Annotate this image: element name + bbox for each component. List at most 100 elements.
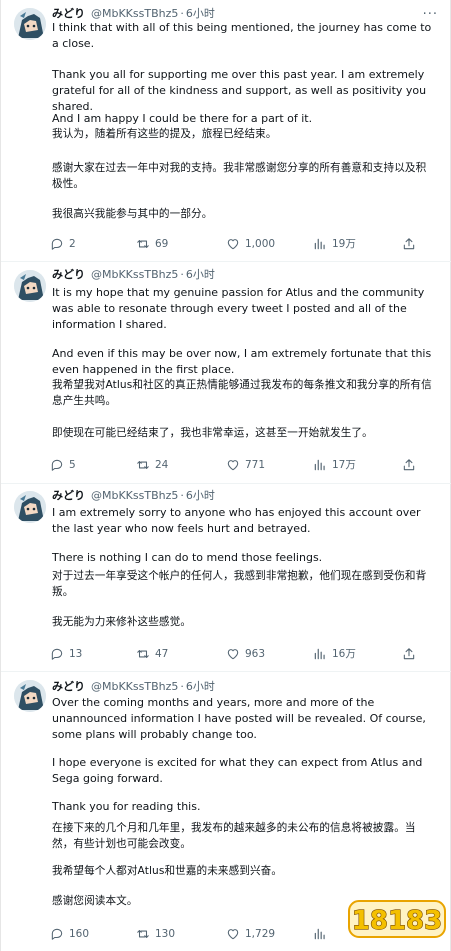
reply-icon [51, 648, 63, 660]
like-count: 963 [245, 648, 266, 660]
reply-count: 2 [69, 238, 76, 250]
avatar[interactable] [14, 270, 46, 302]
tweet-text: It is my hope that my genuine passion fo… [52, 286, 425, 331]
timestamp[interactable]: 6小时 [186, 488, 215, 504]
share-button[interactable] [402, 236, 416, 252]
views-button[interactable] [313, 926, 327, 942]
tweet-text: 我很高兴我能参与其中的一部分。 [52, 208, 213, 220]
tweet-text: And even if this may be over now, I am e… [52, 347, 432, 376]
separator-dot: · [180, 680, 184, 693]
views-count: 19万 [332, 238, 356, 250]
retweet-button[interactable]: 24 [136, 457, 168, 473]
tweet-text: 我无能为力来修补这些感觉。 [52, 616, 192, 628]
views-icon [314, 238, 325, 250]
retweet-count: 130 [155, 928, 176, 940]
heart-icon [227, 239, 239, 250]
like-button[interactable]: 1,000 [226, 236, 275, 252]
tweet-text: Thank you all for supporting me over thi… [52, 68, 427, 113]
views-count: 16万 [332, 648, 356, 660]
retweet-icon [137, 929, 149, 939]
tweet-2[interactable]: みどり @MbKKssTBhz5 · 6小时 It is my hope tha… [1, 262, 451, 484]
heart-icon [227, 460, 239, 471]
user-handle[interactable]: @MbKKssTBhz5 [91, 267, 178, 283]
tweet-text: I hope everyone is excited for what they… [52, 756, 423, 785]
share-icon [403, 238, 415, 250]
tweet-text: 对于过去一年享受这个帐户的任何人，我感到非常抱歉，他们现在感到受伤和背叛。 [52, 570, 427, 598]
tweet-header: みどり @MbKKssTBhz5 · 6小时 [52, 488, 215, 504]
separator-dot: · [180, 489, 184, 502]
views-button[interactable]: 19万 [313, 236, 356, 252]
timestamp[interactable]: 6小时 [186, 267, 215, 283]
reply-icon [51, 459, 63, 471]
reply-icon [51, 928, 63, 940]
views-icon [314, 648, 325, 660]
tweet-actions: 5 24 771 17万 [50, 457, 440, 473]
timestamp[interactable]: 6小时 [186, 679, 215, 695]
retweet-count: 47 [155, 648, 169, 660]
retweet-count: 69 [155, 238, 169, 250]
tweet-actions: 13 47 963 16万 [50, 646, 440, 662]
avatar[interactable] [14, 491, 46, 523]
tweet-1[interactable]: みどり @MbKKssTBhz5 · 6小时 ··· I think that … [1, 0, 451, 262]
user-handle[interactable]: @MbKKssTBhz5 [91, 488, 178, 504]
retweet-count: 24 [155, 459, 169, 471]
tweet-text: 我希望每个人都对Atlus和世嘉的未来感到兴奋。 [52, 865, 283, 877]
heart-icon [227, 649, 239, 660]
retweet-icon [137, 649, 149, 659]
tweet-text: Thank you for reading this. [52, 800, 201, 813]
display-name[interactable]: みどり [52, 267, 85, 283]
tweet-text: I am extremely sorry to anyone who has e… [52, 506, 421, 535]
views-count: 17万 [332, 459, 356, 471]
retweet-icon [137, 460, 149, 470]
share-icon [403, 648, 415, 660]
separator-dot: · [180, 268, 184, 281]
tweet-text: 我认为，随着所有这些的提及，旅程已经结束。 [52, 128, 277, 140]
tweet-text: There is nothing I can do to mend those … [52, 551, 323, 564]
tweet-actions: 2 69 1,000 19万 [50, 236, 440, 252]
views-button[interactable]: 16万 [313, 646, 356, 662]
reply-button[interactable]: 2 [50, 236, 76, 252]
like-button[interactable]: 771 [226, 457, 265, 473]
tweet-header: みどり @MbKKssTBhz5 · 6小时 [52, 679, 215, 695]
tweet-text: And I am happy I could be there for a pa… [52, 112, 313, 125]
tweet-text: 即使现在可能已经结束了，我也非常幸运，这甚至一开始就发生了。 [52, 427, 373, 439]
tweet-text: 感谢大家在过去一年中对我的支持。我非常感谢您分享的所有善意和支持以及积极性。 [52, 162, 427, 190]
retweet-button[interactable]: 130 [136, 926, 175, 942]
watermark-text: 18183 [352, 906, 442, 936]
retweet-button[interactable]: 47 [136, 646, 168, 662]
tweet-text: I think that with all of this being ment… [52, 21, 432, 50]
views-button[interactable]: 17万 [313, 457, 356, 473]
display-name[interactable]: みどり [52, 679, 85, 695]
share-icon [403, 459, 415, 471]
tweet-3[interactable]: みどり @MbKKssTBhz5 · 6小时 I am extremely so… [1, 484, 451, 672]
views-icon [314, 459, 325, 471]
avatar[interactable] [14, 680, 46, 712]
heart-icon [227, 929, 239, 940]
reply-button[interactable]: 160 [50, 926, 89, 942]
like-button[interactable]: 1,729 [226, 926, 275, 942]
reply-button[interactable]: 5 [50, 457, 76, 473]
user-handle[interactable]: @MbKKssTBhz5 [91, 679, 178, 695]
tweet-text: Over the coming months and years, more a… [52, 696, 426, 741]
tweet-text: 在接下来的几个月和几年里，我发布的越来越多的未公布的信息将被披露。当然，有些计划… [52, 822, 416, 850]
reply-count: 5 [69, 459, 76, 471]
tweet-header: みどり @MbKKssTBhz5 · 6小时 [52, 267, 215, 283]
display-name[interactable]: みどり [52, 488, 85, 504]
reply-button[interactable]: 13 [50, 646, 82, 662]
reply-icon [51, 238, 63, 250]
like-count: 1,000 [245, 238, 276, 250]
like-count: 771 [245, 459, 266, 471]
retweet-icon [137, 239, 149, 249]
watermark-logo: 18183 [348, 900, 446, 938]
views-icon [314, 928, 325, 940]
like-count: 1,729 [245, 928, 276, 940]
like-button[interactable]: 963 [226, 646, 265, 662]
reply-count: 13 [69, 648, 83, 660]
avatar[interactable] [14, 8, 46, 40]
reply-count: 160 [69, 928, 90, 940]
retweet-button[interactable]: 69 [136, 236, 168, 252]
timeline: みどり @MbKKssTBhz5 · 6小时 · · · I think that … [0, 0, 451, 951]
share-button[interactable] [402, 457, 416, 473]
share-button[interactable] [402, 646, 416, 662]
tweet-text: 我希望我对Atlus和社区的真正热情能够通过我发布的每条推文和我分享的所有信息产… [52, 379, 432, 407]
